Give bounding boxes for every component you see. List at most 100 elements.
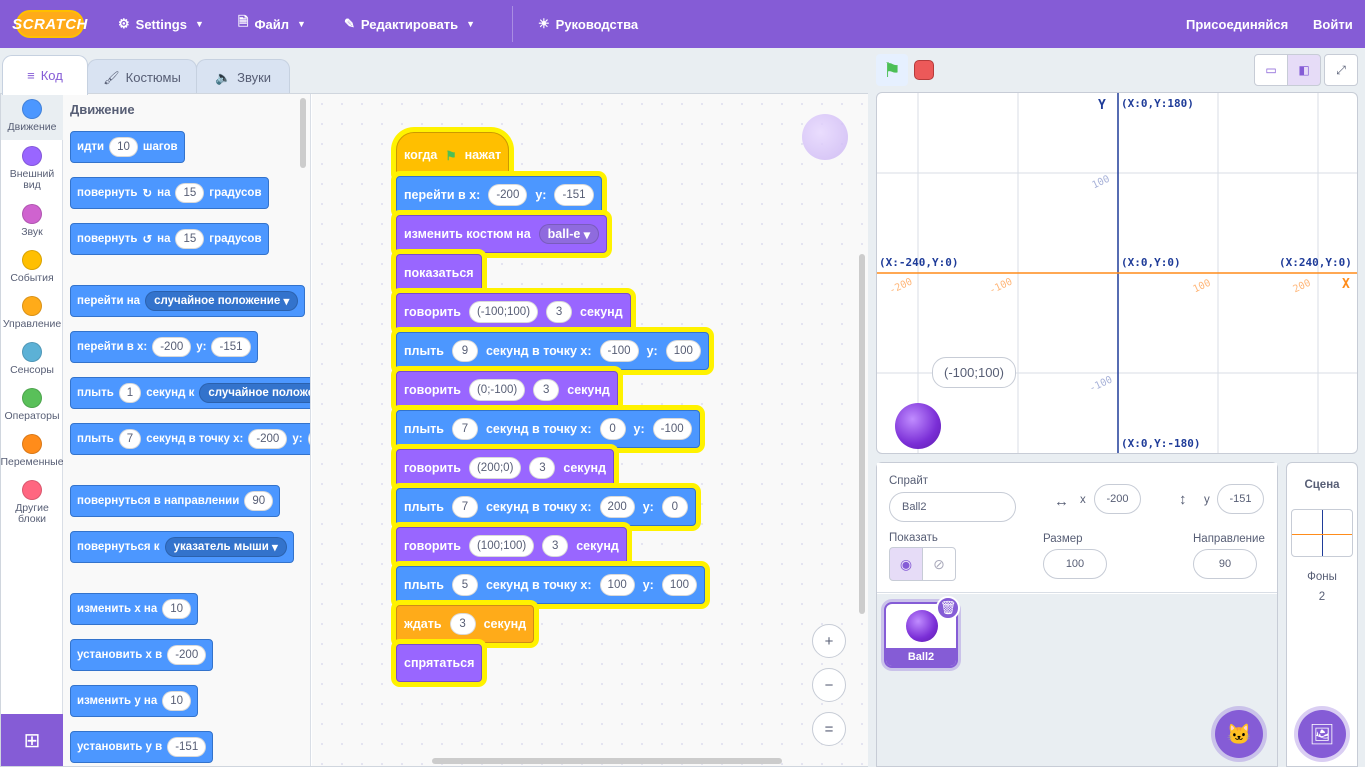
category-my-blocks[interactable]: Другие блоки xyxy=(1,480,63,525)
block-turn-right[interactable]: повернуть ↻ на 15 градусов xyxy=(70,177,269,209)
sprite-y-field[interactable]: -151 xyxy=(1217,484,1264,514)
seconds-input[interactable]: 5 xyxy=(451,574,478,596)
script-say-for-secs[interactable]: говорить (0;-100) 3 секунд xyxy=(396,371,618,409)
sprite-size-field[interactable]: 100 xyxy=(1043,549,1107,579)
y-input[interactable]: 100 xyxy=(665,340,701,362)
category-operators[interactable]: Операторы xyxy=(1,388,63,422)
block-change-x[interactable]: изменить x на 10 xyxy=(70,593,199,625)
show-sprite-button[interactable]: ◉ xyxy=(889,547,923,581)
seconds-input[interactable]: 9 xyxy=(451,340,478,362)
target-dropdown[interactable]: указатель мыши ▾ xyxy=(164,537,287,557)
scratch-logo[interactable]: SCRATCH xyxy=(12,10,87,38)
category-motion[interactable]: Движение xyxy=(1,94,63,140)
seconds-input[interactable]: 3 xyxy=(449,613,476,635)
tab-code[interactable]: ≡ Код xyxy=(2,55,88,95)
y-input[interactable]: -151 xyxy=(554,184,594,206)
normal-stage-button[interactable]: ◧ xyxy=(1287,54,1321,86)
seconds-input[interactable]: 3 xyxy=(529,457,556,479)
block-set-y[interactable]: установить y в -151 xyxy=(70,731,214,763)
script-horizontal-scrollbar[interactable] xyxy=(432,758,782,764)
message-input[interactable]: (100;100) xyxy=(468,535,535,557)
script-area[interactable]: когда ⚑ нажат перейти в x: -200 y: -151 измен… xyxy=(312,94,868,766)
delete-sprite-button[interactable]: 🗑 xyxy=(936,596,960,620)
sprite-name-field[interactable]: Ball2 xyxy=(889,492,1016,522)
script-glide-to-xy[interactable]: плыть 7 секунд в точку x: 0 y: -100 xyxy=(396,410,700,448)
x-input[interactable]: 200 xyxy=(599,496,635,518)
x-input[interactable]: -200 xyxy=(152,337,192,357)
seconds-input[interactable]: 3 xyxy=(546,301,573,323)
sprite-x-field[interactable]: -200 xyxy=(1094,484,1141,514)
login-button[interactable]: Войти xyxy=(1313,0,1353,48)
block-change-y[interactable]: изменить y на 10 xyxy=(70,685,199,717)
seconds-input[interactable]: 1 xyxy=(118,383,142,403)
file-menu[interactable]: 🗎 Файл ▼ xyxy=(238,0,306,48)
script-glide-to-xy[interactable]: плыть 5 секунд в точку x: 100 y: 100 xyxy=(396,566,706,604)
script-say-for-secs[interactable]: говорить (-100;100) 3 секунд xyxy=(396,293,631,331)
tab-costumes[interactable]: 🖌 Костюмы xyxy=(87,59,197,95)
add-extension-button[interactable]: ⊞ xyxy=(1,714,63,766)
seconds-input[interactable]: 3 xyxy=(533,379,560,401)
stop-button[interactable] xyxy=(914,60,934,80)
block-go-to-xy[interactable]: перейти в x: -200 y: -151 xyxy=(70,331,258,363)
x-input[interactable]: -100 xyxy=(599,340,639,362)
block-turn-left[interactable]: повернуть ↺ на 15 градусов xyxy=(70,223,269,255)
ball-sprite[interactable] xyxy=(895,403,941,449)
edit-menu[interactable]: ✎ Редактировать ▼ xyxy=(344,0,475,48)
script-hide[interactable]: спрятаться xyxy=(396,644,483,682)
block-glide-to-xy[interactable]: плыть7секунд в точку x:-200y:-1 xyxy=(70,423,310,455)
y-input[interactable]: 10 xyxy=(162,691,192,711)
choose-sprite-button[interactable]: 🐱 xyxy=(1215,710,1263,758)
zoom-reset-button[interactable]: = xyxy=(812,712,846,746)
script-switch-costume[interactable]: изменить костюм на ball-e ▾ xyxy=(396,215,608,253)
category-sound[interactable]: Звук xyxy=(1,204,63,238)
small-stage-button[interactable]: ▭ xyxy=(1254,54,1288,86)
block-glide-to[interactable]: плыть1секунд кслучайное положение xyxy=(70,377,310,409)
category-events[interactable]: События xyxy=(1,250,63,284)
script-when-flag-clicked[interactable]: когда ⚑ нажат xyxy=(396,132,510,178)
stage[interactable]: Y X (X:0,Y:180) (X:0,Y:-180) (X:-240,Y:0… xyxy=(876,92,1358,454)
hide-sprite-button[interactable]: ⊘ xyxy=(922,547,956,581)
degrees-input[interactable]: 15 xyxy=(175,229,205,249)
seconds-input[interactable]: 7 xyxy=(451,418,478,440)
script-say-for-secs[interactable]: говорить (100;100) 3 секунд xyxy=(396,527,627,565)
costume-dropdown[interactable]: ball-e ▾ xyxy=(538,224,600,244)
script-glide-to-xy[interactable]: плыть 9 секунд в точку x: -100 y: 100 xyxy=(396,332,709,370)
join-button[interactable]: Присоединяйся xyxy=(1186,0,1288,48)
fullscreen-button[interactable]: ⤢ xyxy=(1324,54,1358,86)
tutorials-button[interactable]: ☀ Руководства xyxy=(538,0,638,48)
script-go-to-xy[interactable]: перейти в x: -200 y: -151 xyxy=(396,176,602,214)
degrees-input[interactable]: 15 xyxy=(175,183,205,203)
script-say-for-secs[interactable]: говорить (200;0) 3 секунд xyxy=(396,449,615,487)
settings-menu[interactable]: ⚙ Settings ▼ xyxy=(118,0,204,48)
x-input[interactable]: -200 xyxy=(248,429,288,449)
direction-input[interactable]: 90 xyxy=(244,491,274,511)
y-input[interactable]: 100 xyxy=(661,574,698,596)
block-move-steps[interactable]: идти 10 шагов xyxy=(70,131,185,163)
target-dropdown[interactable]: случайное положение xyxy=(199,383,310,403)
x-input[interactable]: 100 xyxy=(599,574,635,596)
palette-scrollbar[interactable] xyxy=(300,98,306,168)
category-control[interactable]: Управление xyxy=(1,296,63,330)
script-glide-to-xy[interactable]: плыть 7 секунд в точку x: 200 y: 0 xyxy=(396,488,696,526)
category-sensing[interactable]: Сенсоры xyxy=(1,342,63,376)
y-input[interactable]: 0 xyxy=(661,496,688,518)
zoom-in-button[interactable]: + xyxy=(812,624,846,658)
seconds-input[interactable]: 3 xyxy=(542,535,569,557)
message-input[interactable]: (-100;100) xyxy=(468,301,539,323)
block-set-x[interactable]: установить x в -200 xyxy=(70,639,214,671)
steps-input[interactable]: 10 xyxy=(109,137,138,157)
target-dropdown[interactable]: случайное положение ▾ xyxy=(145,291,299,311)
tab-sounds[interactable]: 🔈 Звуки xyxy=(196,59,290,95)
block-go-to[interactable]: перейти на случайное положение ▾ xyxy=(70,285,306,317)
sprite-direction-field[interactable]: 90 xyxy=(1193,549,1257,579)
seconds-input[interactable]: 7 xyxy=(118,429,142,449)
block-point-towards[interactable]: повернуться к указатель мыши ▾ xyxy=(70,531,294,563)
script-show[interactable]: показаться xyxy=(396,254,482,292)
message-input[interactable]: (200;0) xyxy=(468,457,522,479)
y-input[interactable]: -100 xyxy=(652,418,692,440)
zoom-out-button[interactable]: − xyxy=(812,668,846,702)
message-input[interactable]: (0;-100) xyxy=(468,379,526,401)
x-input[interactable]: -200 xyxy=(488,184,528,206)
script-wait[interactable]: ждать 3 секунд xyxy=(396,605,535,643)
x-input[interactable]: 0 xyxy=(599,418,626,440)
